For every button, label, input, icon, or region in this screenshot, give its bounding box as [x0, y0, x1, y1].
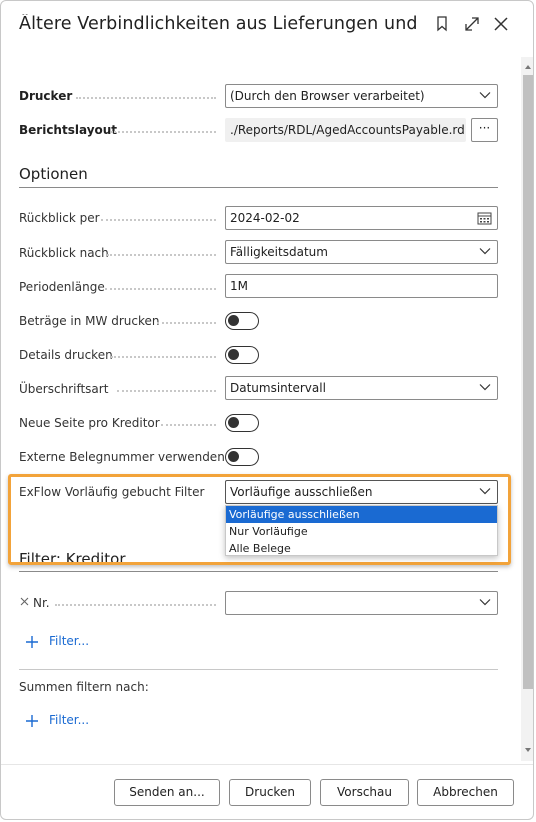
scrollbar-thumb[interactable] — [523, 75, 533, 689]
scroll-up-icon[interactable] — [523, 63, 533, 71]
aging-by-select[interactable]: Fälligkeitsdatum — [225, 240, 498, 264]
aged-as-of-label: Rückblick per — [19, 211, 100, 225]
dotted-leader — [117, 390, 216, 392]
chevron-down-icon — [479, 248, 491, 255]
calendar-icon[interactable] — [477, 211, 492, 225]
aging-by-label: Rückblick nach — [19, 246, 109, 260]
report-layout-lookup-button[interactable]: ··· — [471, 118, 498, 142]
remove-filter-icon[interactable] — [20, 597, 29, 606]
period-length-input[interactable]: 1M — [225, 274, 498, 298]
toggle-knob — [228, 315, 239, 326]
chevron-down-icon — [479, 384, 491, 391]
options-section-title: Optionen — [19, 165, 88, 183]
period-length-label: Periodenlänge — [19, 280, 105, 294]
dotted-leader — [101, 219, 216, 221]
chevron-down-icon — [479, 92, 491, 99]
dropdown-option[interactable]: Vorläufige ausschließen — [226, 506, 497, 523]
exflow-filter-dropdown: Vorläufige ausschließen Nur Vorläufige A… — [225, 505, 498, 556]
dropdown-option[interactable]: Alle Belege — [226, 540, 497, 557]
vendor-no-filter-select[interactable] — [225, 591, 498, 615]
plus-icon — [26, 636, 38, 648]
print-details-toggle[interactable] — [225, 346, 259, 364]
report-request-dialog: Ältere Verbindlichkeiten aus Lieferungen… — [0, 0, 534, 820]
close-icon[interactable] — [492, 15, 510, 35]
section-divider — [19, 187, 498, 188]
dotted-leader — [76, 97, 216, 99]
external-doc-no-toggle[interactable] — [225, 448, 259, 466]
add-filter-label: Filter... — [49, 713, 90, 727]
printer-label: Drucker — [19, 89, 73, 103]
footer-divider — [1, 764, 533, 765]
dotted-leader — [157, 322, 216, 324]
plus-icon — [26, 715, 38, 727]
aged-as-of-value: 2024-02-02 — [230, 211, 300, 225]
dotted-leader — [111, 131, 216, 133]
heading-type-select[interactable]: Datumsintervall — [225, 376, 498, 400]
dotted-leader — [107, 254, 216, 256]
chevron-down-icon — [479, 599, 491, 606]
amounts-lcy-toggle[interactable] — [225, 312, 259, 330]
new-page-per-vendor-label: Neue Seite pro Kreditor — [19, 416, 160, 430]
heading-type-value: Datumsintervall — [230, 381, 326, 395]
dropdown-option[interactable]: Nur Vorläufige — [226, 523, 497, 540]
dotted-leader — [111, 356, 216, 358]
aged-as-of-date-input[interactable]: 2024-02-02 — [225, 206, 498, 230]
heading-type-label: Überschriftsart — [19, 382, 109, 396]
printer-select[interactable]: (Durch den Browser verarbeitet) — [225, 84, 498, 108]
scroll-down-icon[interactable] — [523, 746, 533, 754]
print-details-label: Details drucken — [19, 348, 113, 362]
vendor-no-label: Nr. — [33, 596, 50, 610]
toggle-knob — [228, 451, 239, 462]
report-layout-label: Berichtslayout — [19, 123, 118, 137]
section-divider — [19, 571, 498, 572]
external-doc-no-label: Externe Belegnummer verwenden — [19, 450, 225, 464]
print-button[interactable]: Drucken — [229, 779, 311, 806]
preview-button[interactable]: Vorschau — [320, 779, 409, 806]
bookmark-icon[interactable] — [435, 15, 453, 35]
printer-value: (Durch den Browser verarbeitet) — [230, 89, 425, 103]
cancel-button[interactable]: Abbrechen — [417, 779, 514, 806]
dialog-title: Ältere Verbindlichkeiten aus Lieferungen… — [19, 14, 419, 34]
expand-icon[interactable] — [463, 15, 481, 35]
add-filter-label: Filter... — [49, 634, 90, 648]
section-divider — [19, 669, 498, 670]
amounts-lcy-label: Beträge in MW drucken — [19, 314, 160, 328]
aging-by-value: Fälligkeitsdatum — [230, 245, 328, 259]
toggle-knob — [228, 417, 239, 428]
dotted-leader — [55, 604, 216, 606]
totals-filter-title: Summen filtern nach: — [19, 680, 149, 694]
new-page-per-vendor-toggle[interactable] — [225, 414, 259, 432]
dotted-leader — [161, 424, 216, 426]
dotted-leader — [105, 288, 216, 290]
report-layout-field: ./Reports/RDL/AgedAccountsPayable.rdl — [225, 118, 466, 142]
toggle-knob — [228, 349, 239, 360]
send-to-button[interactable]: Senden an... — [114, 779, 220, 806]
